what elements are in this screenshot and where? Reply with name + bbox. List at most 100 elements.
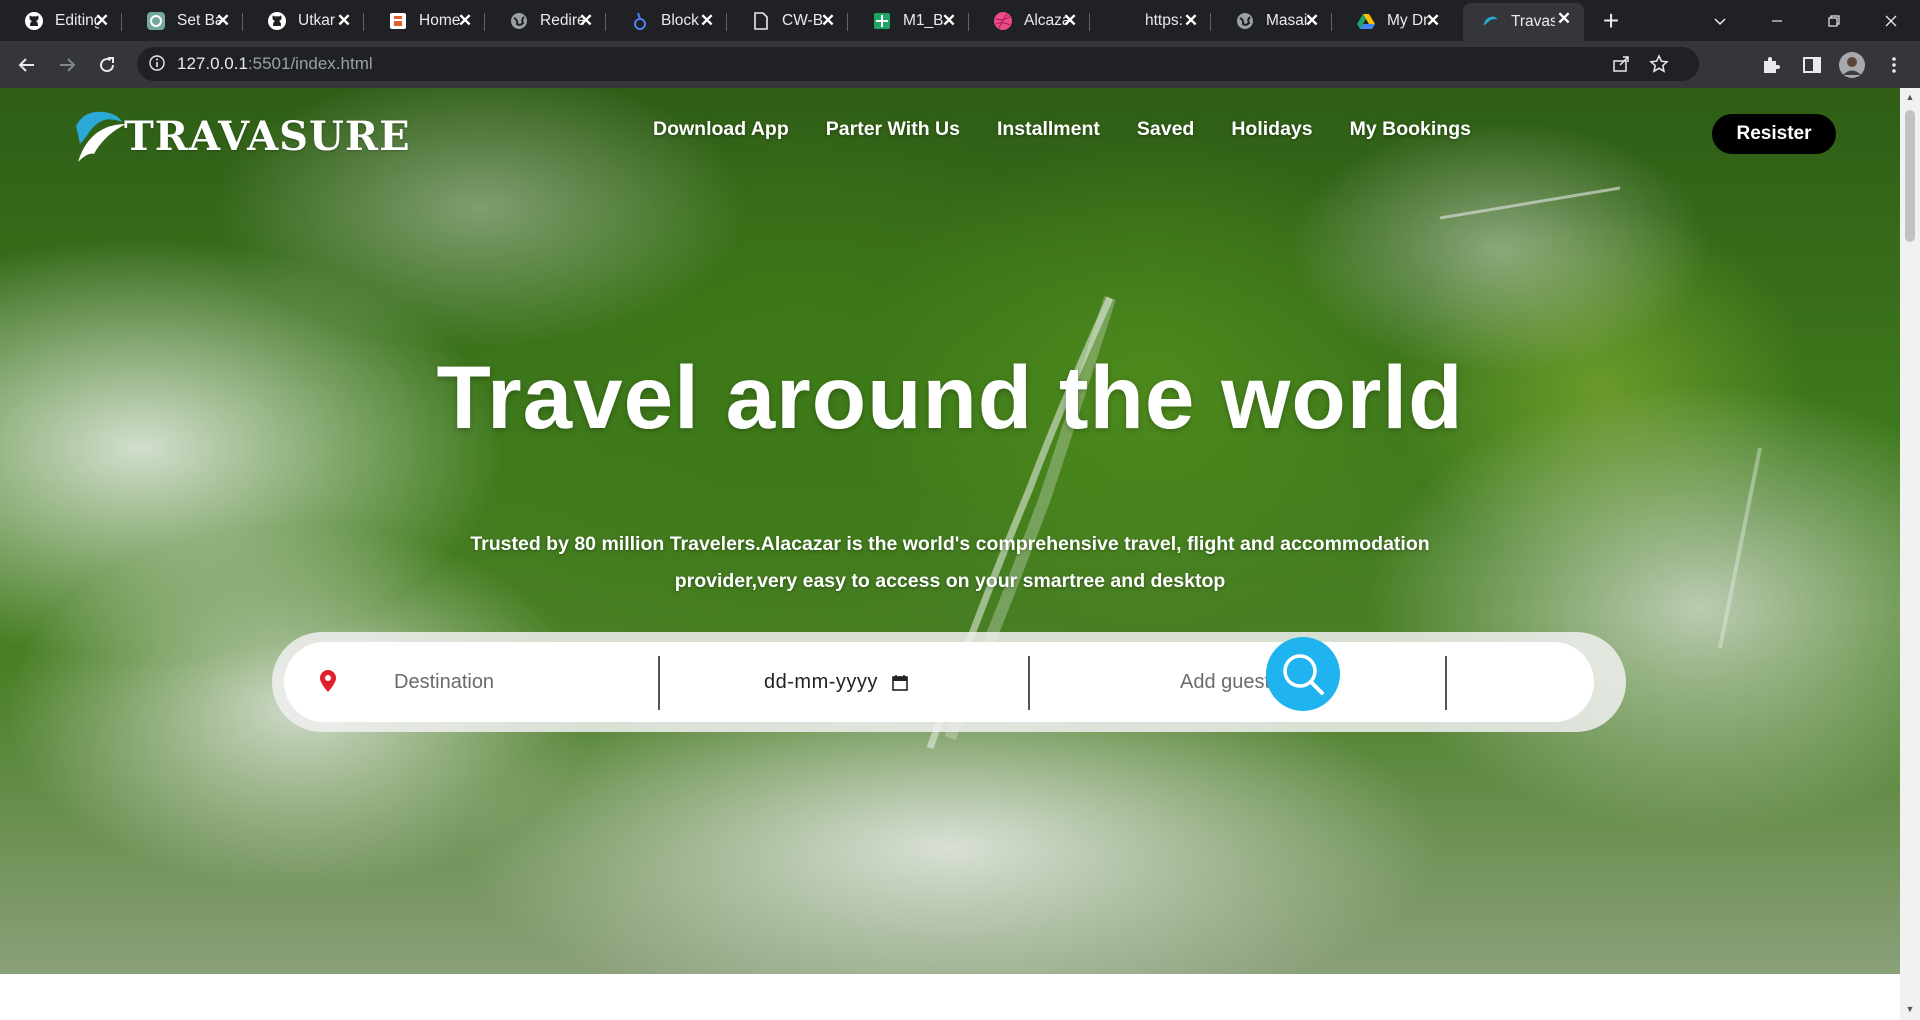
doc-icon	[751, 11, 771, 31]
drive-icon	[1356, 11, 1376, 31]
app-icon	[388, 11, 408, 31]
scroll-up-icon[interactable]: ▲	[1905, 92, 1915, 102]
github-icon	[24, 11, 44, 31]
arrow-left-icon	[18, 57, 34, 72]
nav-installment[interactable]: Installment	[997, 118, 1100, 141]
hero-section: TRAVASURE Download App Parter With Us In…	[0, 88, 1900, 974]
dribbble-icon	[993, 11, 1013, 31]
restore-button[interactable]	[1814, 0, 1854, 41]
site-logo[interactable]: TRAVASURE	[70, 106, 411, 166]
tab-https[interactable]: https: ✕	[1090, 5, 1211, 37]
tab-redire[interactable]: Redire ✕	[485, 5, 606, 37]
close-icon[interactable]: ✕	[1303, 12, 1321, 30]
more-vert-icon	[1892, 56, 1896, 73]
extensions-button[interactable]	[1753, 41, 1789, 88]
tab-my-drive[interactable]: My Dr ✕	[1332, 5, 1453, 37]
close-icon[interactable]: ✕	[335, 12, 353, 30]
scrollbar-thumb[interactable]	[1905, 110, 1915, 242]
tab-set-ba[interactable]: Set Ba ✕	[122, 5, 243, 37]
location-pin-icon	[320, 670, 336, 692]
tab-masai[interactable]: Masai ✕	[1211, 5, 1332, 37]
tab-block[interactable]: Block ✕	[606, 5, 727, 37]
nav-holidays[interactable]: Holidays	[1231, 118, 1312, 141]
search-divider	[1445, 656, 1447, 710]
close-icon[interactable]: ✕	[1061, 12, 1079, 30]
search-form: Destination dd-mm-yyyy Add guest	[284, 642, 1594, 722]
brand-name: TRAVASURE	[124, 112, 411, 160]
globe-icon	[509, 11, 529, 31]
address-bar[interactable]: 127.0.0.1:5501/index.html	[137, 47, 1699, 81]
chatgpt-icon	[146, 11, 166, 31]
close-icon[interactable]: ✕	[577, 12, 595, 30]
reload-icon	[100, 56, 115, 72]
close-window-button[interactable]	[1871, 0, 1911, 41]
date-placeholder: dd-mm-yyyy	[764, 670, 878, 693]
restore-icon	[1828, 14, 1840, 27]
tab-search-button[interactable]	[1700, 0, 1740, 41]
url-path: :5501/index.html	[247, 54, 373, 73]
tab-strip: Editing ✕ Set Ba ✕ Utkar ✕ Home ✕ Redire…	[0, 0, 1920, 41]
close-icon[interactable]: ✕	[93, 12, 111, 30]
search-button[interactable]	[1266, 637, 1340, 711]
page-content-below	[0, 974, 1900, 1020]
close-icon[interactable]: ✕	[819, 12, 837, 30]
nav-partner-with-us[interactable]: Parter With Us	[826, 118, 960, 141]
search-divider	[1028, 656, 1030, 710]
close-icon	[1885, 15, 1897, 26]
calendar-icon[interactable]	[892, 674, 908, 691]
date-input[interactable]: dd-mm-yyyy	[764, 642, 964, 722]
tab-m1-b[interactable]: M1_B ✕	[848, 5, 969, 37]
page-scrollbar[interactable]: ▲ ▼	[1900, 88, 1920, 1020]
info-icon[interactable]	[149, 55, 165, 71]
destination-input[interactable]: Destination	[394, 642, 614, 722]
close-icon[interactable]: ✕	[456, 12, 474, 30]
tab-alcaza[interactable]: Alcaza ✕	[969, 5, 1090, 37]
bookmark-button[interactable]	[1649, 54, 1669, 79]
nav-saved[interactable]: Saved	[1137, 118, 1194, 141]
bird-logo-icon	[76, 111, 126, 162]
tab-title: Travas	[1511, 13, 1555, 30]
page-viewport: TRAVASURE Download App Parter With Us In…	[0, 88, 1900, 1020]
menu-button[interactable]	[1876, 41, 1912, 88]
close-icon[interactable]: ✕	[1424, 12, 1442, 30]
close-icon[interactable]: ✕	[1555, 10, 1573, 28]
lens-icon	[630, 11, 650, 31]
tab-cw-b[interactable]: CW-B ✕	[727, 5, 848, 37]
avatar	[1839, 51, 1865, 78]
nav-my-bookings[interactable]: My Bookings	[1350, 118, 1471, 141]
profile-button[interactable]	[1834, 41, 1870, 88]
side-panel-button[interactable]	[1794, 41, 1830, 88]
nav-download-app[interactable]: Download App	[653, 118, 789, 141]
minimize-button[interactable]	[1757, 0, 1797, 41]
tab-travasure[interactable]: Travas ✕	[1463, 3, 1584, 41]
browser-toolbar: 127.0.0.1:5501/index.html	[0, 41, 1920, 88]
close-icon[interactable]: ✕	[698, 12, 716, 30]
travasure-icon	[1480, 12, 1500, 32]
share-button[interactable]	[1611, 54, 1631, 79]
url-host: 127.0.0.1	[177, 54, 248, 73]
share-icon	[1613, 56, 1629, 72]
side-panel-icon	[1803, 56, 1821, 73]
star-icon	[1649, 54, 1669, 73]
arrow-right-icon	[60, 57, 76, 72]
hero-subtitle: Trusted by 80 million Travelers.Alacazar…	[470, 533, 1430, 592]
github-icon	[267, 11, 287, 31]
scroll-down-icon[interactable]: ▼	[1905, 1004, 1915, 1014]
close-icon[interactable]: ✕	[214, 12, 232, 30]
search-icon	[1283, 654, 1324, 695]
reload-button[interactable]	[89, 41, 125, 88]
search-bar: Destination dd-mm-yyyy Add guest	[272, 632, 1626, 732]
tab-home[interactable]: Home ✕	[364, 5, 485, 37]
plus-icon: +	[1602, 4, 1620, 36]
close-icon[interactable]: ✕	[940, 12, 958, 30]
register-button[interactable]: Resister	[1712, 114, 1836, 154]
forward-button[interactable]	[49, 41, 85, 88]
globe-icon	[1235, 11, 1255, 31]
tab-utkar[interactable]: Utkar ✕	[243, 5, 364, 37]
back-button[interactable]	[9, 41, 45, 88]
search-divider	[658, 656, 660, 710]
new-tab-button[interactable]: +	[1594, 0, 1628, 41]
tab-editing[interactable]: Editing ✕	[0, 5, 122, 37]
sheets-icon	[872, 11, 892, 31]
close-icon[interactable]: ✕	[1182, 12, 1200, 30]
